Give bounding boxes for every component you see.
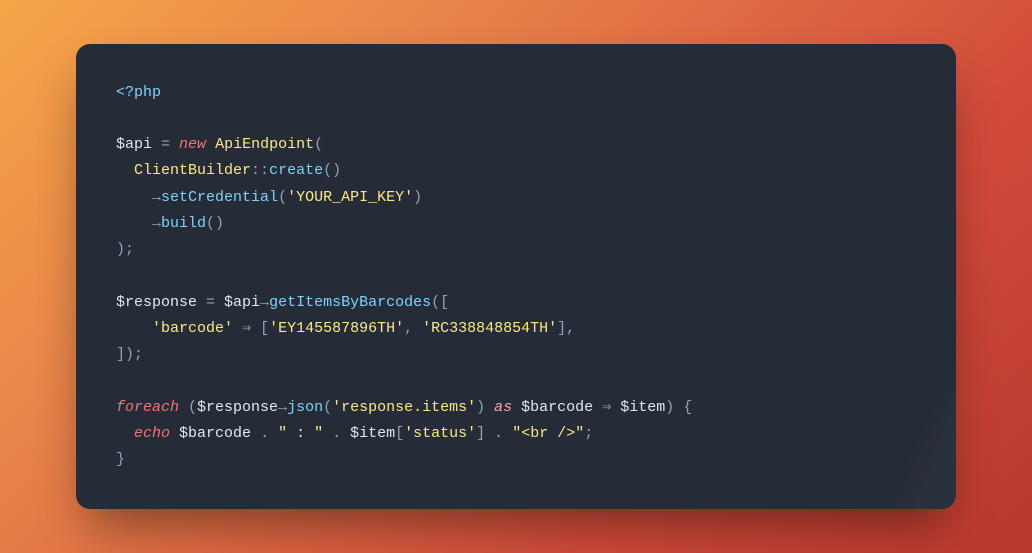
php-code-block: <?php $api = new ApiEndpoint( ClientBuil… <box>116 80 916 474</box>
code-snippet-card: <?php $api = new ApiEndpoint( ClientBuil… <box>76 44 956 510</box>
var: $api <box>116 136 152 153</box>
php-open-tag: <?php <box>116 84 161 101</box>
